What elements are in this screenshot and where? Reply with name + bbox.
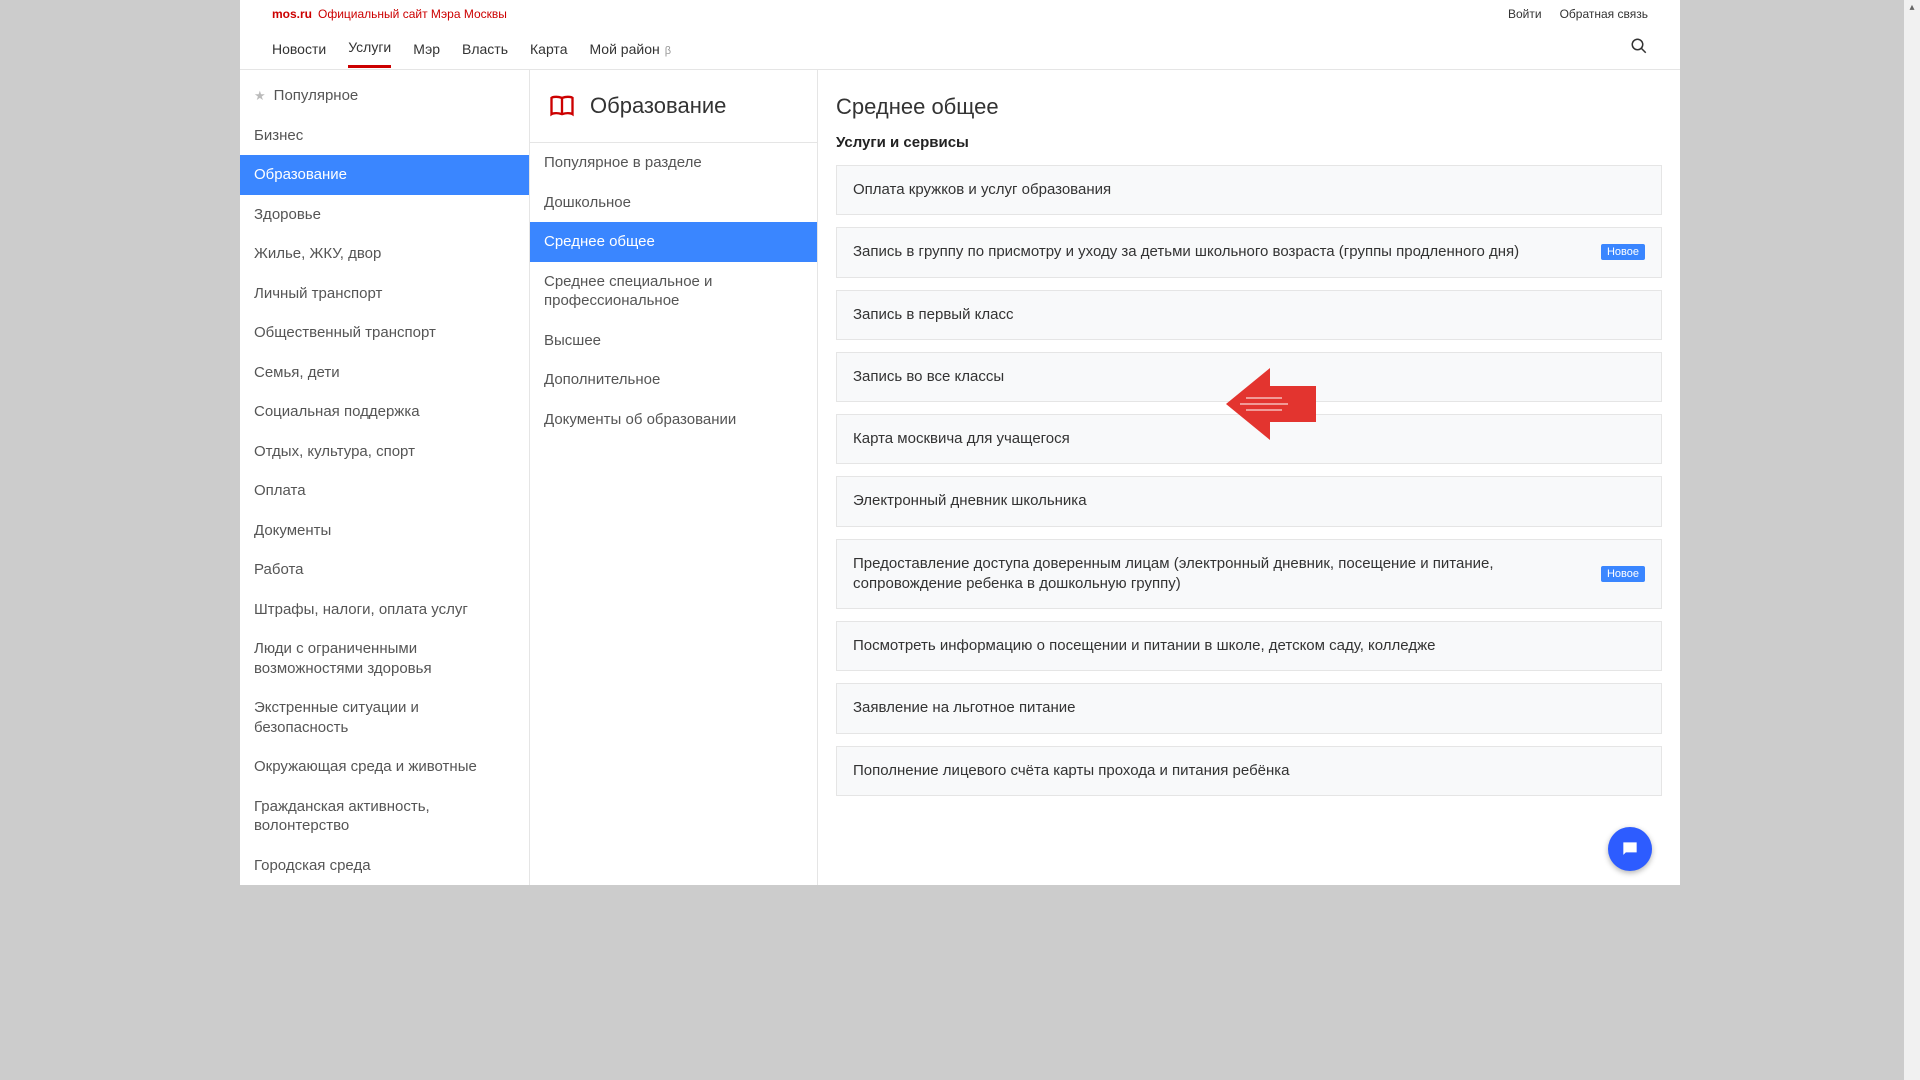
sidebar-item-3[interactable]: Здоровье — [240, 195, 529, 235]
badge-new: Новое — [1601, 566, 1645, 582]
service-text: Предоставление доступа доверенным лицам … — [853, 554, 1589, 595]
service-item-9[interactable]: Пополнение лицевого счёта карты прохода … — [836, 746, 1662, 796]
sidebar-item-4[interactable]: Жилье, ЖКУ, двор — [240, 234, 529, 274]
service-text: Карта москвича для учащегося — [853, 429, 1645, 449]
subcat-item-1[interactable]: Дошкольное — [530, 183, 817, 223]
subcat-item-6[interactable]: Документы об образовании — [530, 400, 817, 440]
section-header: Образование — [530, 70, 817, 143]
sidebar-item-18[interactable]: Городская среда — [240, 846, 529, 886]
chat-button[interactable] — [1608, 827, 1652, 871]
sidebar-item-7[interactable]: Семья, дети — [240, 353, 529, 393]
service-item-4[interactable]: Карта москвича для учащегося — [836, 414, 1662, 464]
content-column: Среднее общее Услуги и сервисы Оплата кр… — [818, 70, 1680, 885]
brand-logo[interactable]: mos.ru — [272, 7, 312, 21]
sidebar-item-8[interactable]: Социальная поддержка — [240, 392, 529, 432]
sidebar-item-11[interactable]: Документы — [240, 511, 529, 551]
service-text: Заявление на льготное питание — [853, 698, 1645, 718]
nav-item-5[interactable]: Мой район β — [589, 31, 671, 67]
service-text: Запись во все классы — [853, 367, 1645, 387]
service-text: Запись в группу по присмотру и уходу за … — [853, 242, 1589, 262]
search-button[interactable] — [1630, 37, 1648, 60]
category-sidebar: ПопулярноеБизнесОбразованиеЗдоровьеЖилье… — [240, 70, 530, 885]
chat-icon — [1620, 839, 1640, 859]
feedback-link[interactable]: Обратная связь — [1560, 7, 1648, 21]
brand-subtitle: Официальный сайт Мэра Москвы — [318, 7, 507, 21]
service-text: Запись в первый класс — [853, 305, 1645, 325]
nav-item-3[interactable]: Власть — [462, 31, 508, 67]
service-item-3[interactable]: Запись во все классы — [836, 352, 1662, 402]
sidebar-item-9[interactable]: Отдых, культура, спорт — [240, 432, 529, 472]
service-item-6[interactable]: Предоставление доступа доверенным лицам … — [836, 539, 1662, 610]
subcat-item-4[interactable]: Высшее — [530, 321, 817, 361]
service-text: Пополнение лицевого счёта карты прохода … — [853, 761, 1645, 781]
beta-badge: β — [662, 45, 671, 57]
subcat-item-2[interactable]: Среднее общее — [530, 222, 817, 262]
service-item-8[interactable]: Заявление на льготное питание — [836, 683, 1662, 733]
service-item-2[interactable]: Запись в первый класс — [836, 290, 1662, 340]
sidebar-item-16[interactable]: Окружающая среда и животные — [240, 747, 529, 787]
service-item-5[interactable]: Электронный дневник школьника — [836, 476, 1662, 526]
sidebar-item-17[interactable]: Гражданская активность, волонтерство — [240, 787, 529, 846]
sidebar-item-15[interactable]: Экстренные ситуации и безопасность — [240, 688, 529, 747]
service-text: Посмотреть информацию о посещении и пита… — [853, 636, 1645, 656]
sidebar-item-13[interactable]: Штрафы, налоги, оплата услуг — [240, 590, 529, 630]
section-title: Образование — [590, 93, 726, 119]
subcat-item-3[interactable]: Среднее специальное и профессиональное — [530, 262, 817, 321]
sidebar-item-2[interactable]: Образование — [240, 155, 529, 195]
page: mos.ru Официальный сайт Мэра Москвы Войт… — [240, 0, 1680, 885]
subcat-item-0[interactable]: Популярное в разделе — [530, 143, 817, 183]
service-text: Электронный дневник школьника — [853, 491, 1645, 511]
sidebar-item-0[interactable]: Популярное — [240, 76, 529, 116]
scroll-up-icon[interactable]: ▴ — [1904, 0, 1920, 16]
service-item-7[interactable]: Посмотреть информацию о посещении и пита… — [836, 621, 1662, 671]
login-link[interactable]: Войти — [1508, 7, 1542, 21]
sidebar-item-10[interactable]: Оплата — [240, 471, 529, 511]
sidebar-item-6[interactable]: Общественный транспорт — [240, 313, 529, 353]
book-icon — [548, 92, 576, 120]
badge-new: Новое — [1601, 244, 1645, 260]
content-heading: Среднее общее — [836, 94, 1662, 120]
search-icon — [1630, 37, 1648, 55]
content-subhead: Услуги и сервисы — [836, 134, 1662, 151]
nav-item-4[interactable]: Карта — [530, 31, 567, 67]
navbar: Новости Услуги Мэр Власть Карта Мой район β — [240, 28, 1680, 70]
service-item-1[interactable]: Запись в группу по присмотру и уходу за … — [836, 227, 1662, 277]
main-columns: ПопулярноеБизнесОбразованиеЗдоровьеЖилье… — [240, 70, 1680, 885]
subcat-item-5[interactable]: Дополнительное — [530, 360, 817, 400]
topbar: mos.ru Официальный сайт Мэра Москвы Войт… — [240, 0, 1680, 28]
service-item-0[interactable]: Оплата кружков и услуг образования — [836, 165, 1662, 215]
sidebar-item-12[interactable]: Работа — [240, 550, 529, 590]
sidebar-item-1[interactable]: Бизнес — [240, 116, 529, 156]
sidebar-item-5[interactable]: Личный транспорт — [240, 274, 529, 314]
nav-item-2[interactable]: Мэр — [413, 31, 440, 67]
sidebar-item-14[interactable]: Люди с ограниченными возможностями здоро… — [240, 629, 529, 688]
service-text: Оплата кружков и услуг образования — [853, 180, 1645, 200]
nav-item-1[interactable]: Услуги — [348, 29, 391, 68]
scrollbar[interactable]: ▴ — [1904, 0, 1920, 1080]
nav-item-0[interactable]: Новости — [272, 31, 326, 67]
subcategory-column: Образование Популярное в разделеДошкольн… — [530, 70, 818, 885]
